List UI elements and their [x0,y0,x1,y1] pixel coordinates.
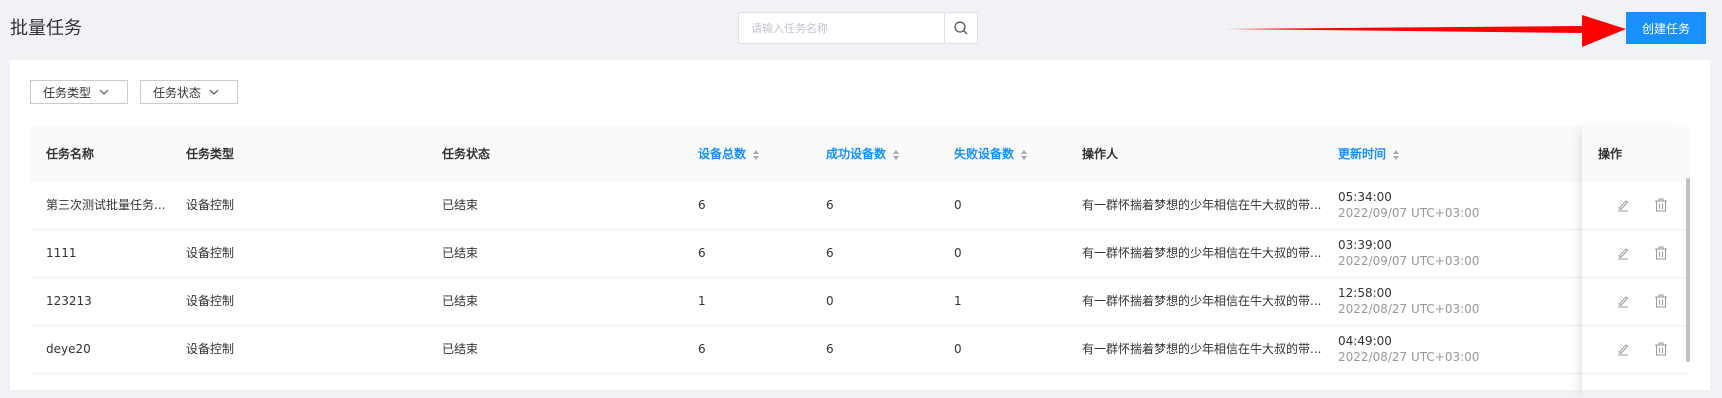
cell-updated: 12:58:00 2022/08/27 UTC+03:00 [1338,285,1479,317]
task-type-filter-label: 任务类型 [43,85,92,100]
cell-updated: 05:34:00 2022/09/07 UTC+03:00 [1338,189,1479,221]
cell-success: 0 [826,294,834,308]
vertical-scrollbar[interactable] [1686,178,1690,362]
actions-column-fixed [1582,126,1690,398]
column-header-success-label: 成功设备数 [826,147,887,161]
column-header-operator: 操作人 [1082,147,1119,161]
cell-operator: 有一群怀揣着梦想的少年相信在牛大叔的带... [1082,342,1322,356]
cell-updated-time: 04:49:00 [1338,334,1392,348]
cell-task-type: 设备控制 [186,246,235,260]
cell-task-type: 设备控制 [186,342,235,356]
search-input[interactable] [739,13,944,43]
cell-task-name: 第三次测试批量任务... [46,198,166,212]
cell-fail: 0 [954,342,962,356]
cell-updated-date: 2022/08/27 UTC+03:00 [1338,350,1480,364]
cell-operator: 有一群怀揣着梦想的少年相信在牛大叔的带... [1082,294,1322,308]
main-panel: 任务类型 任务状态 任务名称 任务类型 任务状态 设备总数 成功设备数 失败设备… [10,60,1710,390]
cell-task-name: 123213 [46,294,92,308]
cell-updated-date: 2022/09/07 UTC+03:00 [1338,206,1480,220]
cell-task-name: deye20 [46,342,91,356]
cell-task-name: 1111 [46,246,77,260]
column-header-type: 任务类型 [186,147,235,161]
create-task-button[interactable]: 创建任务 [1626,12,1706,44]
table-row: deye20 设备控制 已结束 6 6 0 有一群怀揣着梦想的少年相信在牛大叔的… [30,326,1690,374]
cell-success: 6 [826,198,834,212]
cell-operator: 有一群怀揣着梦想的少年相信在牛大叔的带... [1082,198,1322,212]
table-header: 任务名称 任务类型 任务状态 设备总数 成功设备数 失败设备数 操作人 更新时间… [30,126,1690,182]
search-box [738,12,978,44]
task-type-filter[interactable]: 任务类型 [30,80,128,104]
cell-total: 6 [698,246,706,260]
cell-operator: 有一群怀揣着梦想的少年相信在牛大叔的带... [1082,246,1322,260]
cell-updated: 04:49:00 2022/08/27 UTC+03:00 [1338,333,1479,365]
cell-task-status: 已结束 [442,342,479,356]
cell-updated: 03:39:00 2022/09/07 UTC+03:00 [1338,237,1479,269]
column-header-status: 任务状态 [442,147,491,161]
task-status-filter-label: 任务状态 [153,85,202,100]
cell-success: 6 [826,246,834,260]
cell-fail: 0 [954,198,962,212]
cell-fail: 0 [954,246,962,260]
cell-total: 6 [698,198,706,212]
cell-task-type: 设备控制 [186,294,235,308]
column-header-total-label: 设备总数 [698,147,747,161]
cell-task-status: 已结束 [442,246,479,260]
cell-updated-time: 05:34:00 [1338,190,1392,204]
cell-updated-time: 12:58:00 [1338,286,1392,300]
sort-icon [893,149,900,160]
table-row: 123213 设备控制 已结束 1 0 1 有一群怀揣着梦想的少年相信在牛大叔的… [30,278,1690,326]
cell-task-status: 已结束 [442,198,479,212]
column-header-total[interactable]: 设备总数 [698,126,760,182]
cell-updated-time: 03:39:00 [1338,238,1392,252]
cell-task-type: 设备控制 [186,198,235,212]
column-header-updated-label: 更新时间 [1338,147,1387,161]
cell-updated-date: 2022/08/27 UTC+03:00 [1338,302,1480,316]
task-status-filter[interactable]: 任务状态 [140,80,238,104]
cell-success: 6 [826,342,834,356]
cell-total: 6 [698,342,706,356]
sort-icon [1393,149,1400,160]
cell-fail: 1 [954,294,962,308]
chevron-down-icon [209,89,219,95]
cell-total: 1 [698,294,706,308]
search-icon [954,21,968,35]
column-header-updated[interactable]: 更新时间 [1338,126,1400,182]
sort-icon [753,149,760,160]
cell-updated-date: 2022/09/07 UTC+03:00 [1338,254,1480,268]
cell-task-status: 已结束 [442,294,479,308]
table-row: 1111 设备控制 已结束 6 6 0 有一群怀揣着梦想的少年相信在牛大叔的带.… [30,230,1690,278]
table-row: 第三次测试批量任务... 设备控制 已结束 6 6 0 有一群怀揣着梦想的少年相… [30,182,1690,230]
column-header-fail-label: 失败设备数 [954,147,1015,161]
sort-icon [1021,149,1028,160]
column-header-success[interactable]: 成功设备数 [826,126,900,182]
column-header-fail[interactable]: 失败设备数 [954,126,1028,182]
page-title: 批量任务 [10,18,82,39]
column-header-name: 任务名称 [46,147,95,161]
chevron-down-icon [99,89,109,95]
search-button[interactable] [944,13,977,43]
